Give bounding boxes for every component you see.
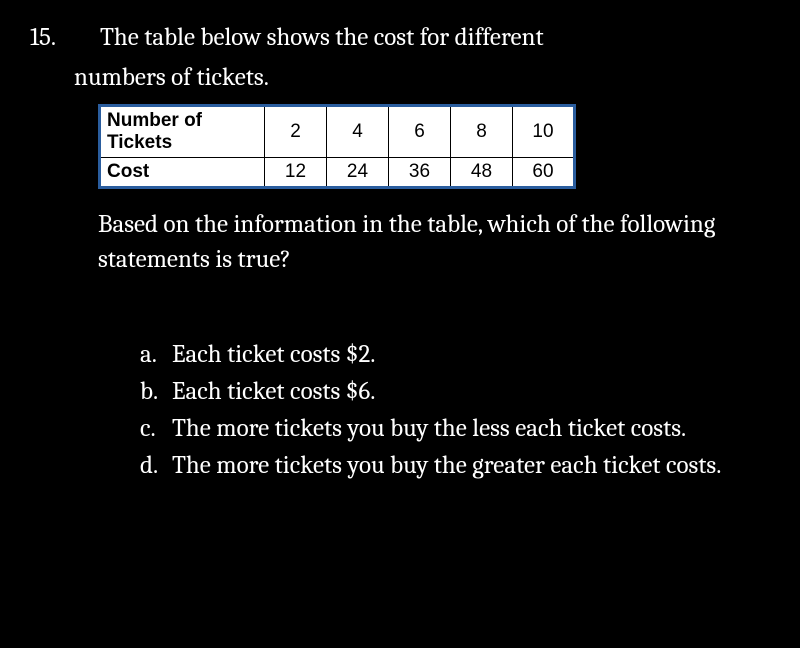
row-header-cost: Cost — [100, 158, 265, 188]
data-table: Number of Tickets 2 4 6 8 10 Cost 12 24 … — [98, 104, 576, 189]
option-text: The more tickets you buy the less each t… — [172, 411, 770, 446]
options-list: a. Each ticket costs $2. b. Each ticket … — [140, 337, 770, 483]
question-header: 15. The table below shows the cost for d… — [30, 20, 770, 55]
table-wrapper: Number of Tickets 2 4 6 8 10 Cost 12 24 … — [98, 104, 770, 189]
option-text: Each ticket costs $6. — [172, 374, 770, 409]
question-container: 15. The table below shows the cost for d… — [0, 0, 800, 505]
option-letter: a. — [140, 337, 172, 372]
table-row: Number of Tickets 2 4 6 8 10 — [100, 106, 575, 158]
option-letter: c. — [140, 411, 172, 446]
table-cell: 48 — [451, 158, 513, 188]
option-b: b. Each ticket costs $6. — [140, 374, 770, 409]
table-cell: 60 — [513, 158, 575, 188]
table-cell: 4 — [327, 106, 389, 158]
question-number: 15. — [30, 20, 100, 55]
table-row: Cost 12 24 36 48 60 — [100, 158, 575, 188]
table-cell: 12 — [265, 158, 327, 188]
table-cell: 2 — [265, 106, 327, 158]
question-intro-line2: numbers of tickets. — [74, 63, 770, 92]
table-cell: 8 — [451, 106, 513, 158]
table-cell: 24 — [327, 158, 389, 188]
option-a: a. Each ticket costs $2. — [140, 337, 770, 372]
table-cell: 10 — [513, 106, 575, 158]
option-c: c. The more tickets you buy the less eac… — [140, 411, 770, 446]
table-cell: 36 — [389, 158, 451, 188]
question-prompt: Based on the information in the table, w… — [98, 207, 770, 277]
option-letter: b. — [140, 374, 172, 409]
option-letter: d. — [140, 448, 172, 483]
option-text: Each ticket costs $2. — [172, 337, 770, 372]
option-d: d. The more tickets you buy the greater … — [140, 448, 770, 483]
question-intro-line1: The table below shows the cost for diffe… — [100, 20, 770, 55]
option-text: The more tickets you buy the greater eac… — [172, 448, 770, 483]
row-header-tickets: Number of Tickets — [100, 106, 265, 158]
table-cell: 6 — [389, 106, 451, 158]
